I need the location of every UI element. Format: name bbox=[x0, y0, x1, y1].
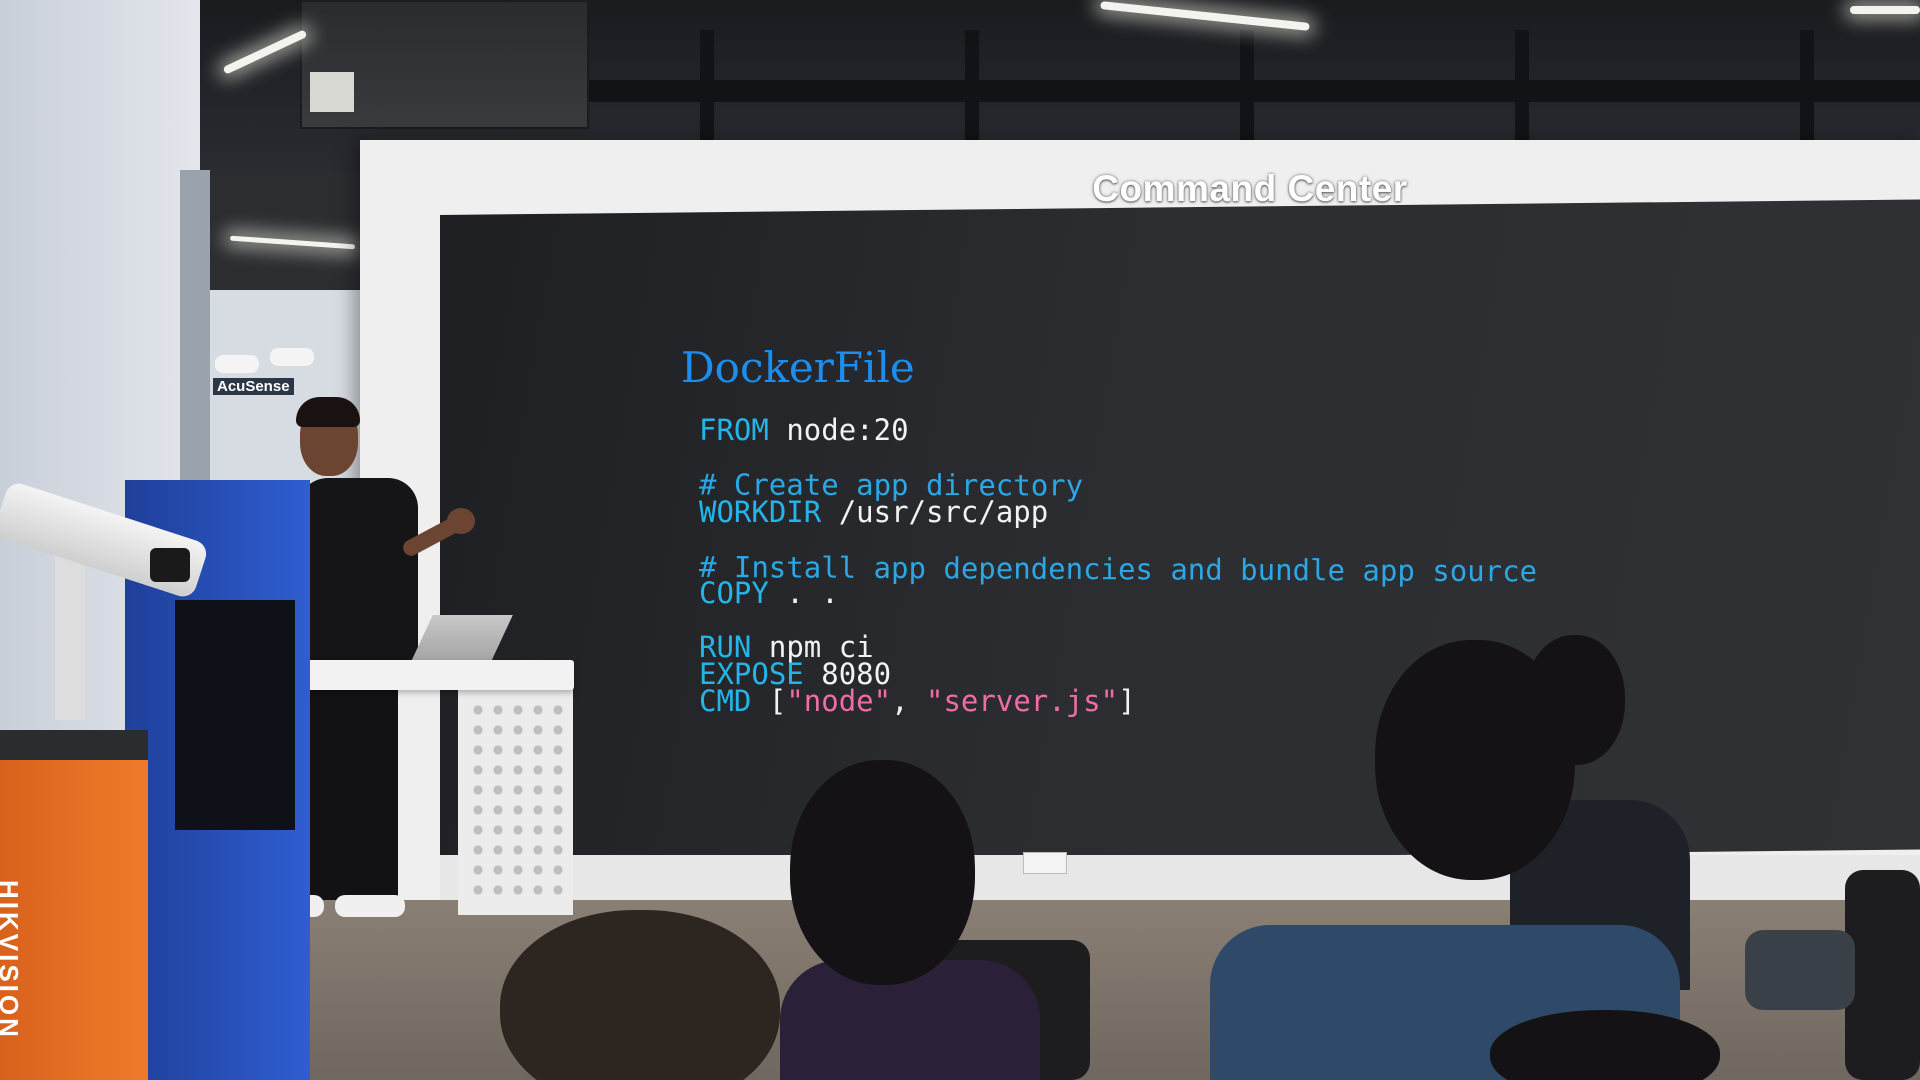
keyword: COPY bbox=[699, 576, 769, 610]
kiosk-screen bbox=[175, 600, 295, 830]
code-line-copy: COPY . . bbox=[699, 576, 839, 610]
string: "server.js" bbox=[926, 684, 1119, 718]
keyword: WORKDIR bbox=[699, 495, 822, 529]
value: node:20 bbox=[786, 413, 909, 447]
value: . . bbox=[786, 576, 839, 610]
separator: , bbox=[891, 684, 927, 718]
lectern-pattern bbox=[468, 700, 563, 900]
presentation-room-photo: AcuSense Command Center DockerFile FROM … bbox=[0, 0, 1920, 1080]
presenter bbox=[298, 478, 418, 688]
value: /usr/src/app bbox=[838, 495, 1049, 529]
chair bbox=[1845, 870, 1920, 1080]
camera-pole bbox=[55, 540, 85, 720]
presenter-hair bbox=[296, 397, 360, 427]
shoe bbox=[335, 895, 405, 917]
hikvision-logo: HIKVISION bbox=[0, 880, 24, 1040]
lectern-top bbox=[292, 660, 574, 690]
code-line-from: FROM node:20 bbox=[699, 413, 909, 447]
string: "node" bbox=[786, 684, 892, 718]
audience-head bbox=[1375, 640, 1575, 880]
backpack bbox=[1745, 930, 1855, 1010]
slide-title: DockerFile bbox=[681, 343, 915, 392]
bracket: [ bbox=[768, 684, 787, 718]
camera-lens bbox=[150, 548, 190, 582]
bracket: ] bbox=[1118, 684, 1136, 718]
keyword: FROM bbox=[699, 413, 769, 447]
audience-head bbox=[500, 910, 780, 1080]
presenter-hand bbox=[447, 508, 475, 534]
audience-head bbox=[790, 760, 975, 985]
code-line-cmd: CMD ["node", "server.js"] bbox=[699, 684, 1136, 718]
code-line-workdir: WORKDIR /usr/src/app bbox=[699, 495, 1048, 529]
presenter-legs bbox=[298, 680, 398, 900]
keyword: CMD bbox=[699, 684, 752, 718]
